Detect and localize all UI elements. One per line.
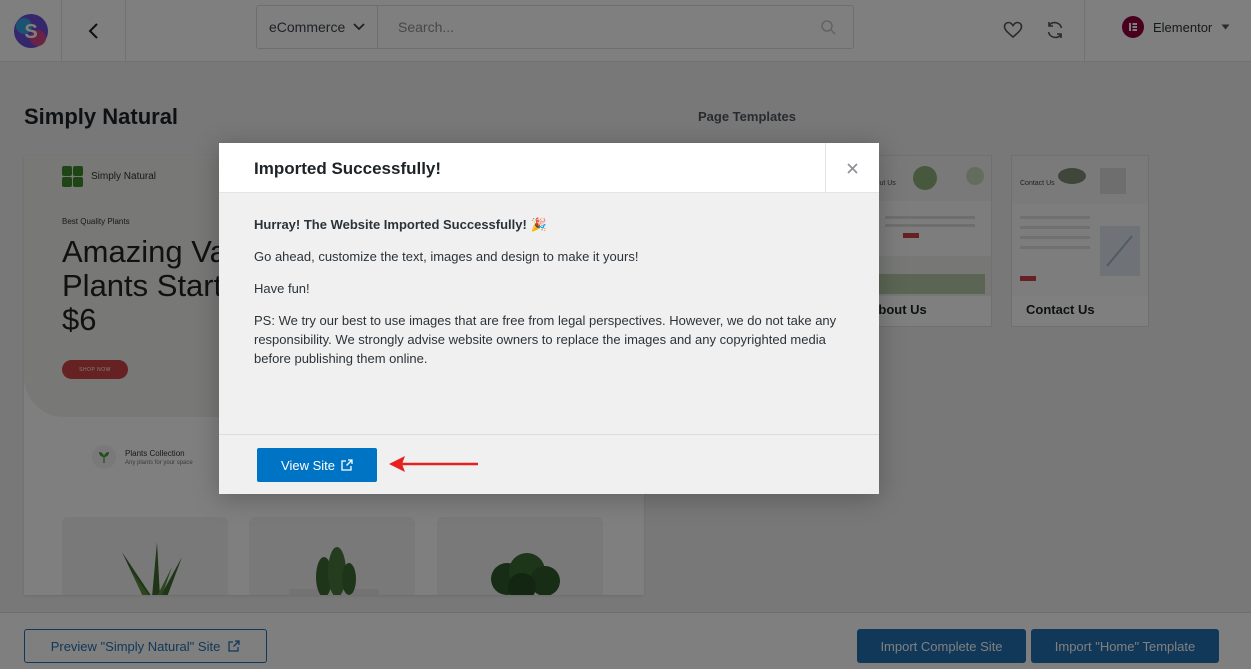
dialog-disclaimer: PS: We try our best to use images that a…	[254, 313, 837, 366]
dialog-lead: Hurray! The Website Imported Successfull…	[254, 217, 547, 232]
close-icon	[847, 162, 858, 174]
import-success-dialog: Imported Successfully! Hurray! The Websi…	[219, 143, 879, 494]
view-site-label: View Site	[281, 457, 335, 473]
dialog-line: Have fun!	[254, 281, 310, 296]
dialog-title: Imported Successfully!	[254, 159, 442, 178]
dialog-body: Hurray! The Website Imported Successfull…	[254, 215, 844, 381]
dialog-line: Go ahead, customize the text, images and…	[254, 249, 639, 264]
external-link-icon	[341, 459, 353, 471]
dialog-header: Imported Successfully!	[219, 143, 879, 193]
annotation-arrow-icon	[389, 456, 478, 472]
close-button[interactable]	[825, 143, 879, 193]
view-site-button[interactable]: View Site	[257, 448, 377, 482]
dialog-footer: View Site	[219, 434, 879, 494]
